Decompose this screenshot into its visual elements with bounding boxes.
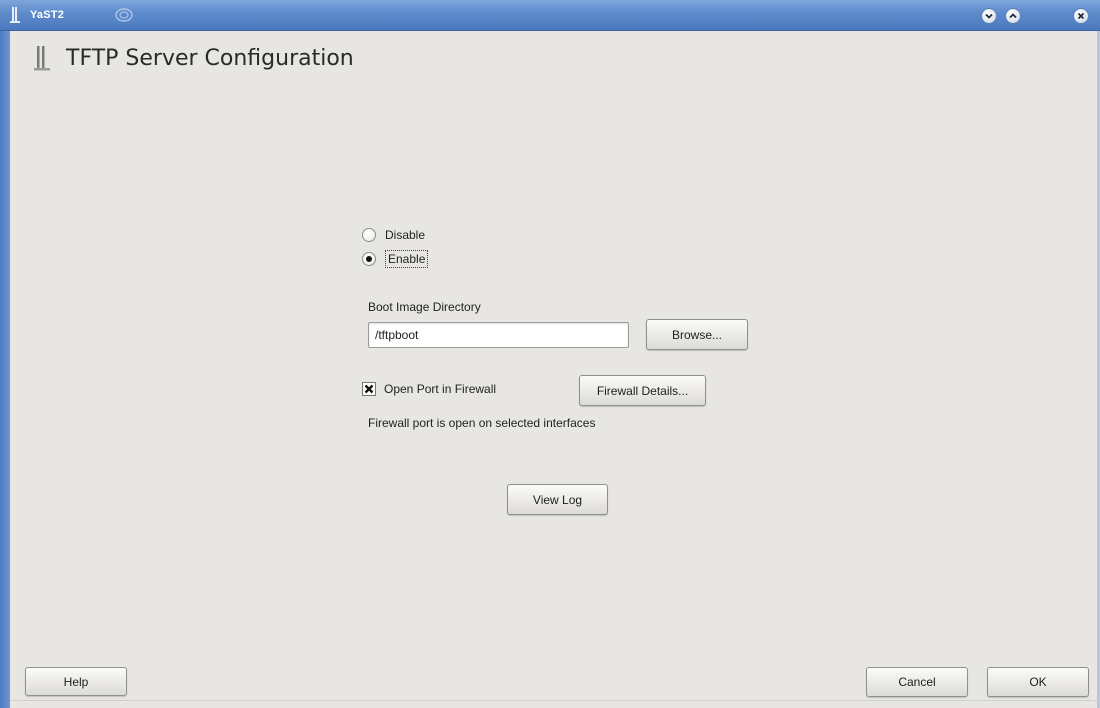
cancel-button[interactable]: Cancel [866,667,968,697]
browse-button[interactable]: Browse... [646,319,748,350]
minimize-button[interactable] [981,8,997,24]
page-title: TFTP Server Configuration [66,46,354,71]
open-port-label[interactable]: Open Port in Firewall [384,382,496,396]
yast-app-icon[interactable] [10,7,20,24]
help-button[interactable]: Help [25,667,127,696]
boot-image-directory-label: Boot Image Directory [368,300,481,314]
window-titlebar[interactable]: YaST2 [0,0,1100,31]
bottom-divider [10,700,1097,701]
close-icon [1077,12,1085,20]
window-left-border [0,31,10,708]
open-port-checkbox[interactable] [362,382,376,396]
boot-image-directory-input[interactable] [368,322,629,348]
checkmark-x-icon [364,384,374,394]
close-button[interactable] [1073,8,1089,24]
ok-button[interactable]: OK [987,667,1089,697]
open-port-checkbox-row[interactable]: Open Port in Firewall [362,382,496,396]
window-title: YaST2 [30,9,65,21]
radio-button-enable[interactable] [362,252,376,266]
yast-module-icon [34,46,50,71]
firewall-details-button[interactable]: Firewall Details... [579,375,706,406]
view-log-button[interactable]: View Log [507,484,608,515]
swirl-icon [115,8,133,22]
chevron-down-icon [985,13,993,19]
disable-label[interactable]: Disable [385,228,425,242]
chevron-up-icon [1009,13,1017,19]
disable-radio[interactable]: Disable [362,228,425,242]
enable-radio[interactable]: Enable [362,250,429,268]
firewall-status-text: Firewall port is open on selected interf… [368,416,596,430]
radio-button-disable[interactable] [362,228,376,242]
enable-label[interactable]: Enable [385,250,429,268]
maximize-button[interactable] [1005,8,1021,24]
